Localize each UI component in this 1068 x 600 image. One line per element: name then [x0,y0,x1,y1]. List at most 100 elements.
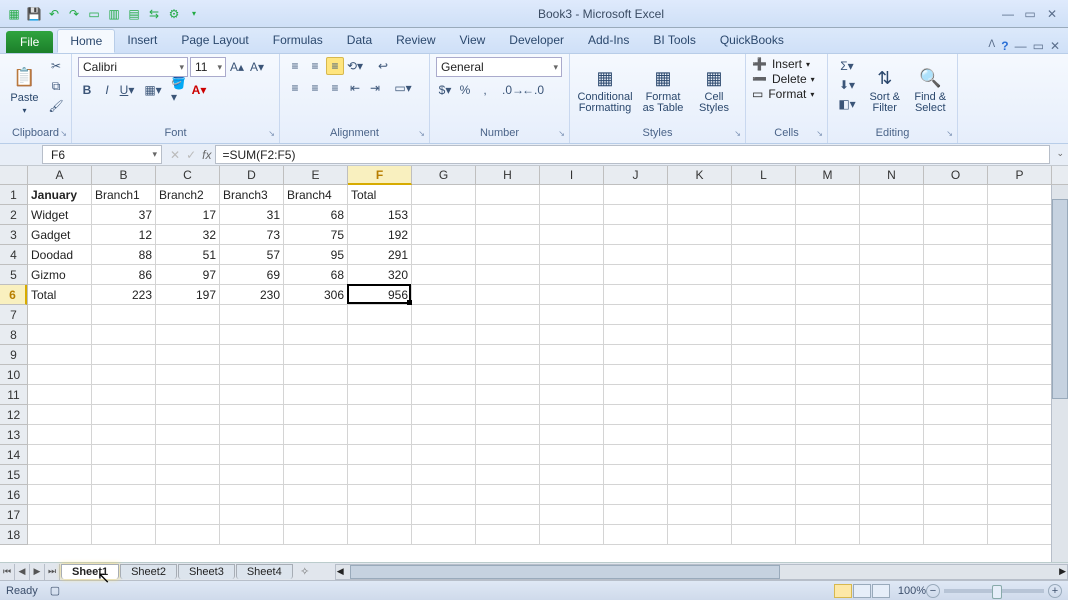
border-button[interactable]: ▦▾ [144,81,162,99]
cell[interactable] [860,405,924,425]
cell[interactable] [476,245,540,265]
cell[interactable] [732,225,796,245]
cell[interactable] [860,465,924,485]
cell[interactable] [476,445,540,465]
column-header[interactable]: I [540,166,604,185]
cell[interactable]: Widget [28,205,92,225]
tab-formulas[interactable]: Formulas [261,29,335,53]
cell[interactable]: 69 [220,265,284,285]
cell[interactable] [988,505,1052,525]
cell[interactable] [796,265,860,285]
cell[interactable]: 223 [92,285,156,305]
cell[interactable] [988,425,1052,445]
cell[interactable] [156,365,220,385]
row-header[interactable]: 11 [0,385,27,405]
sheet-tab[interactable]: Sheet3 [178,564,235,579]
cell[interactable] [796,225,860,245]
cell[interactable] [732,425,796,445]
cell[interactable] [924,245,988,265]
cell[interactable] [732,485,796,505]
tab-view[interactable]: View [448,29,498,53]
cell[interactable] [28,425,92,445]
tab-review[interactable]: Review [384,29,447,53]
cell[interactable] [476,225,540,245]
align-middle-button[interactable]: ≡ [306,57,324,75]
align-top-button[interactable]: ≡ [286,57,304,75]
orientation-button[interactable]: ⟲▾ [346,57,364,75]
accounting-format-button[interactable]: $▾ [436,81,454,99]
row-header[interactable]: 14 [0,445,27,465]
find-select-button[interactable]: 🔍Find & Select [910,57,952,123]
cancel-formula-icon[interactable]: ✕ [170,148,180,162]
cell[interactable]: Branch2 [156,185,220,205]
row-header[interactable]: 4 [0,245,27,265]
cell[interactable] [924,365,988,385]
row-header[interactable]: 12 [0,405,27,425]
cell[interactable] [92,305,156,325]
font-size-combo[interactable]: 11 [190,57,226,77]
doc-close-icon[interactable]: ✕ [1050,39,1060,53]
cell[interactable]: 88 [92,245,156,265]
formula-bar[interactable]: =SUM(F2:F5) [215,145,1050,164]
enter-formula-icon[interactable]: ✓ [186,148,196,162]
cell[interactable] [796,245,860,265]
cell[interactable] [732,305,796,325]
select-all-corner[interactable] [0,166,28,185]
cell[interactable]: 73 [220,225,284,245]
cell[interactable] [988,205,1052,225]
cell[interactable] [860,225,924,245]
cell[interactable] [668,485,732,505]
cell[interactable] [540,265,604,285]
cell[interactable]: 32 [156,225,220,245]
cell[interactable]: 192 [348,225,412,245]
cell[interactable] [348,445,412,465]
cell[interactable] [924,325,988,345]
cell[interactable] [796,345,860,365]
cell[interactable] [156,445,220,465]
cell[interactable] [28,385,92,405]
cell[interactable] [796,285,860,305]
cell[interactable] [860,265,924,285]
cell[interactable] [540,205,604,225]
decrease-indent-button[interactable]: ⇤ [346,79,364,97]
cell[interactable] [860,365,924,385]
cell[interactable] [540,425,604,445]
cell[interactable] [284,525,348,545]
insert-cells-button[interactable]: ➕Insert▾ [752,57,810,71]
tab-add-ins[interactable]: Add-Ins [576,29,641,53]
cell[interactable] [988,345,1052,365]
cell[interactable] [412,325,476,345]
cell[interactable]: Gizmo [28,265,92,285]
cell[interactable] [988,405,1052,425]
column-header[interactable]: O [924,166,988,185]
paste-button[interactable]: 📋 Paste ▾ [6,57,43,123]
cell[interactable]: 956 [348,285,412,305]
row-header[interactable]: 10 [0,365,27,385]
cell[interactable] [732,245,796,265]
cell[interactable] [92,385,156,405]
column-header[interactable]: F [348,166,412,185]
cell[interactable] [796,425,860,445]
cell[interactable]: 95 [284,245,348,265]
column-header[interactable]: N [860,166,924,185]
cell[interactable]: Branch1 [92,185,156,205]
save-icon[interactable]: 💾 [26,6,42,22]
cell[interactable] [348,345,412,365]
autosum-button[interactable]: Σ▾ [834,57,860,75]
column-header[interactable]: G [412,166,476,185]
cell[interactable] [540,485,604,505]
qat6-icon[interactable]: ▤ [126,6,142,22]
cell[interactable] [668,365,732,385]
cell[interactable] [604,485,668,505]
cell[interactable]: 68 [284,265,348,285]
cell[interactable] [796,405,860,425]
cell[interactable] [92,325,156,345]
cell[interactable] [796,305,860,325]
row-header[interactable]: 2 [0,205,27,225]
cell[interactable] [732,265,796,285]
cell[interactable] [284,445,348,465]
cell[interactable] [604,325,668,345]
cell[interactable] [412,245,476,265]
cell[interactable] [92,485,156,505]
cell[interactable] [540,345,604,365]
